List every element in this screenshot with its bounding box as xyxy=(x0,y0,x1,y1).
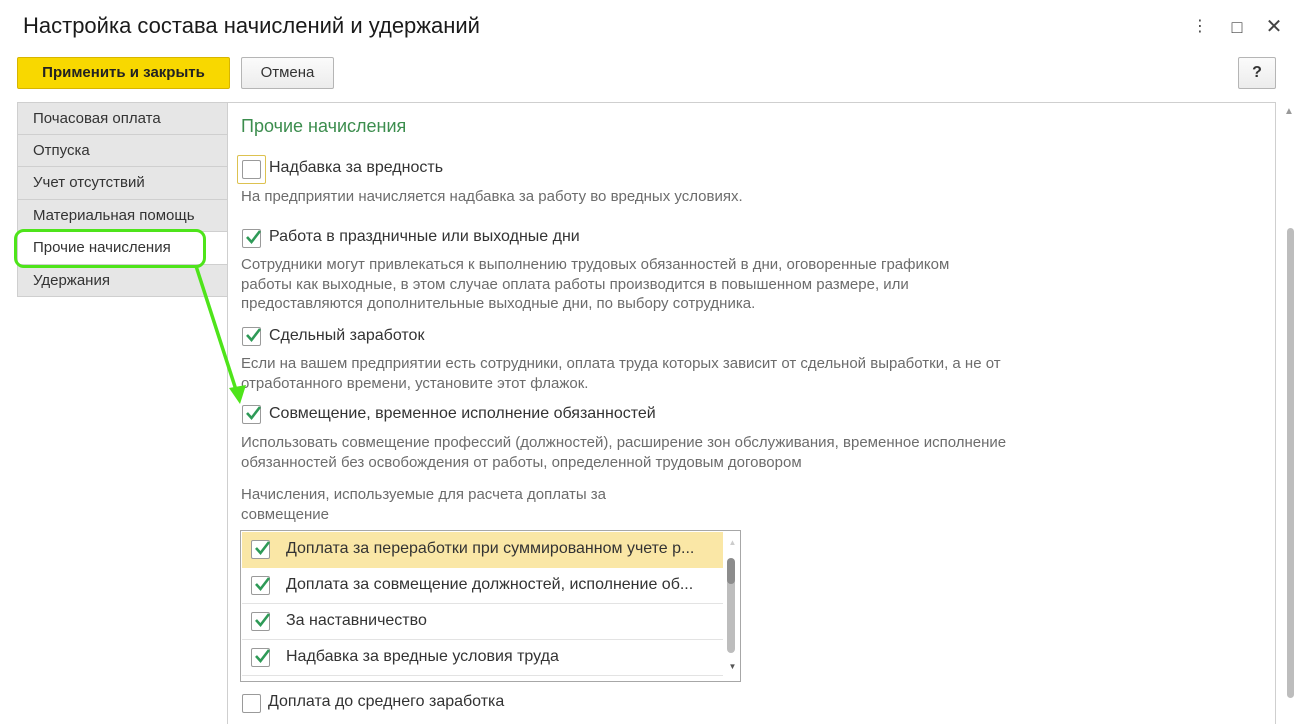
tab-deductions[interactable]: Удержания xyxy=(17,264,228,297)
desc-line: Использовать совмещение профессий (должн… xyxy=(241,434,1007,451)
window-title: Настройка состава начислений и удержаний xyxy=(23,13,480,38)
scrollbar-thumb[interactable] xyxy=(1287,228,1294,698)
annotation-highlight xyxy=(14,229,206,268)
maximize-icon[interactable]: □ xyxy=(1226,14,1248,40)
checkmark-icon xyxy=(255,541,271,556)
row-label: Доплата за совмещение должностей, исполн… xyxy=(286,576,694,593)
apply-and-close-button[interactable]: Применить и закрыть xyxy=(17,57,230,89)
row-label: Доплата за переработки при суммированном… xyxy=(286,540,695,557)
list-caption: Начисления, используемые для расчета доп… xyxy=(241,485,606,524)
hazard-bonus-label: Надбавка за вредность xyxy=(269,159,444,176)
scroll-up-icon[interactable]: ▲ xyxy=(1284,106,1294,117)
piecework-label: Сдельный заработок xyxy=(269,327,425,344)
desc-line: обязанностей без освобождения от работы,… xyxy=(241,453,802,471)
holiday-work-label: Работа в праздничные или выходные дни xyxy=(269,228,580,245)
row-checkbox[interactable] xyxy=(251,540,271,559)
caption-line: совмещение xyxy=(241,505,329,523)
desc-line: работы как выходные, в этом случае оплат… xyxy=(241,275,909,293)
checkmark-icon xyxy=(255,613,271,628)
list-scrollbar[interactable]: ▲ ▼ xyxy=(726,532,739,680)
title-bar: Настройка состава начислений и удержаний… xyxy=(0,0,1298,52)
holiday-work-checkbox[interactable] xyxy=(242,229,262,248)
checkmark-icon xyxy=(255,649,271,664)
list-row[interactable]: Доплата за совмещение должностей, исполн… xyxy=(242,568,723,604)
scroll-up-icon[interactable]: ▲ xyxy=(726,538,739,547)
desc-line: Сотрудники могут привлекаться к выполнен… xyxy=(241,256,950,273)
combination-duties-desc: Использовать совмещение профессий (должн… xyxy=(241,433,1006,472)
piecework-desc: Если на вашем предприятии есть сотрудник… xyxy=(241,354,1001,393)
row-checkbox[interactable] xyxy=(251,612,271,631)
accruals-list[interactable]: Доплата за переработки при суммированном… xyxy=(240,530,741,682)
avg-earnings-label: Доплата до среднего заработка xyxy=(268,693,505,710)
more-vertical-icon[interactable]: ⋮ xyxy=(1189,14,1211,40)
holiday-work-desc: Сотрудники могут привлекаться к выполнен… xyxy=(241,255,949,314)
combination-duties-checkbox[interactable] xyxy=(242,405,262,424)
checkmark-icon xyxy=(246,328,262,343)
list-row[interactable]: Доплата за переработки при суммированном… xyxy=(242,532,723,568)
caption-line: Начисления, используемые для расчета доп… xyxy=(241,486,607,503)
tab-financial-aid[interactable]: Материальная помощь xyxy=(17,199,228,232)
hazard-bonus-desc: На предприятии начисляется надбавка за р… xyxy=(241,188,743,205)
scroll-down-icon[interactable]: ▼ xyxy=(726,662,739,671)
avg-earnings-checkbox[interactable] xyxy=(242,694,261,713)
main-scrollbar[interactable]: ▲ xyxy=(1282,102,1298,724)
section-title: Прочие начисления xyxy=(241,116,407,136)
row-label: Надбавка за вредные условия труда xyxy=(286,648,559,665)
combination-duties-label: Совмещение, временное исполнение обязанн… xyxy=(269,405,656,422)
tab-hourly-pay[interactable]: Почасовая оплата xyxy=(17,102,228,135)
row-checkbox[interactable] xyxy=(251,576,271,595)
row-label: За наставничество xyxy=(286,612,427,629)
help-button[interactable]: ? xyxy=(1238,57,1276,89)
checkmark-icon xyxy=(246,406,262,421)
row-checkbox[interactable] xyxy=(251,648,271,667)
desc-line: отработанного времени, установите этот ф… xyxy=(241,374,589,392)
tab-absences[interactable]: Учет отсутствий xyxy=(17,167,228,200)
desc-line: предоставляются дополнительные выходные … xyxy=(241,295,756,312)
desc-line: Если на вашем предприятии есть сотрудник… xyxy=(241,355,1001,372)
checkmark-icon xyxy=(246,230,262,245)
list-row[interactable]: Надбавка за вредные условия труда xyxy=(242,640,723,676)
tab-vacations[interactable]: Отпуска xyxy=(17,134,228,167)
piecework-checkbox[interactable] xyxy=(242,327,262,346)
hazard-bonus-checkbox[interactable] xyxy=(242,160,261,179)
checkmark-icon xyxy=(255,577,271,592)
close-icon[interactable]: ✕ xyxy=(1263,14,1285,40)
scrollbar-thumb[interactable] xyxy=(727,558,735,584)
cancel-button[interactable]: Отмена xyxy=(241,57,334,89)
list-row[interactable]: За наставничество xyxy=(242,604,723,640)
